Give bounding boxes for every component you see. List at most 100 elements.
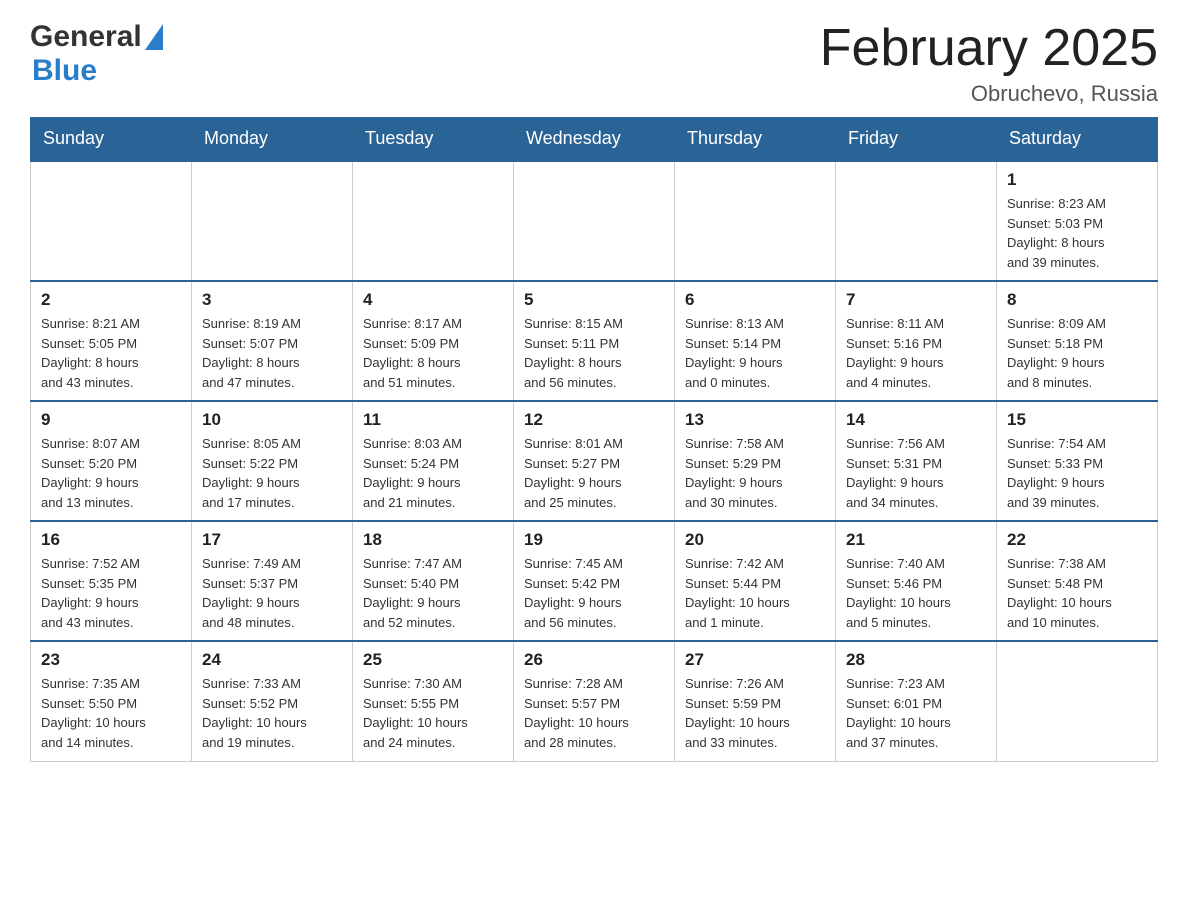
day-number: 1 [1007, 170, 1147, 190]
page-header: General Blue February 2025 Obruchevo, Ru… [30, 20, 1158, 107]
weekday-header-saturday: Saturday [997, 118, 1158, 161]
calendar-cell: 4Sunrise: 8:17 AMSunset: 5:09 PMDaylight… [353, 281, 514, 401]
day-info: Sunrise: 7:52 AMSunset: 5:35 PMDaylight:… [41, 554, 181, 632]
day-info: Sunrise: 7:58 AMSunset: 5:29 PMDaylight:… [685, 434, 825, 512]
calendar-cell: 21 Sunrise: 7:40 AMSunset: 5:46 PMDayligh… [836, 521, 997, 641]
day-number: 9 [41, 410, 181, 430]
calendar-cell: 22 Sunrise: 7:38 AMSunset: 5:48 PMDayligh… [997, 521, 1158, 641]
calendar-cell [353, 161, 514, 282]
calendar-cell: 20Sunrise: 7:42 AMSunset: 5:44 PMDayligh… [675, 521, 836, 641]
calendar-cell: 6 Sunrise: 8:13 AMSunset: 5:14 PMDaylight… [675, 281, 836, 401]
day-number: 11 [363, 410, 503, 430]
calendar-cell: 26 Sunrise: 7:28 AMSunset: 5:57 PMDayligh… [514, 641, 675, 761]
calendar-week-2: 9 Sunrise: 8:07 AMSunset: 5:20 PMDaylight… [31, 401, 1158, 521]
calendar-cell: 8Sunrise: 8:09 AMSunset: 5:18 PMDaylight… [997, 281, 1158, 401]
day-info: Sunrise: 7:38 AMSunset: 5:48 PMDaylight:… [1007, 554, 1147, 632]
calendar-cell [192, 161, 353, 282]
calendar-cell [514, 161, 675, 282]
day-number: 18 [363, 530, 503, 550]
calendar-cell: 9 Sunrise: 8:07 AMSunset: 5:20 PMDaylight… [31, 401, 192, 521]
title-area: February 2025 Obruchevo, Russia [820, 20, 1158, 107]
calendar-cell: 14Sunrise: 7:56 AMSunset: 5:31 PMDayligh… [836, 401, 997, 521]
day-info: Sunrise: 7:35 AMSunset: 5:50 PMDaylight:… [41, 674, 181, 752]
day-number: 10 [202, 410, 342, 430]
day-info: Sunrise: 8:11 AMSunset: 5:16 PMDaylight:… [846, 314, 986, 392]
day-info: Sunrise: 8:01 AMSunset: 5:27 PMDaylight:… [524, 434, 664, 512]
calendar-cell: 1 Sunrise: 8:23 AMSunset: 5:03 PMDaylight… [997, 161, 1158, 282]
day-info: Sunrise: 8:03 AMSunset: 5:24 PMDaylight:… [363, 434, 503, 512]
calendar-cell [31, 161, 192, 282]
location-text: Obruchevo, Russia [820, 81, 1158, 107]
calendar-cell: 24 Sunrise: 7:33 AMSunset: 5:52 PMDayligh… [192, 641, 353, 761]
day-info: Sunrise: 7:40 AMSunset: 5:46 PMDaylight:… [846, 554, 986, 632]
calendar-week-3: 16 Sunrise: 7:52 AMSunset: 5:35 PMDayligh… [31, 521, 1158, 641]
day-number: 26 [524, 650, 664, 670]
day-info: Sunrise: 7:54 AMSunset: 5:33 PMDaylight:… [1007, 434, 1147, 512]
calendar-cell: 16 Sunrise: 7:52 AMSunset: 5:35 PMDayligh… [31, 521, 192, 641]
logo-blue-text: Blue [32, 54, 97, 88]
weekday-header-friday: Friday [836, 118, 997, 161]
calendar-cell: 7Sunrise: 8:11 AMSunset: 5:16 PMDaylight… [836, 281, 997, 401]
day-info: Sunrise: 7:56 AMSunset: 5:31 PMDaylight:… [846, 434, 986, 512]
day-info: Sunrise: 7:47 AMSunset: 5:40 PMDaylight:… [363, 554, 503, 632]
day-info: Sunrise: 7:42 AMSunset: 5:44 PMDaylight:… [685, 554, 825, 632]
weekday-header-sunday: Sunday [31, 118, 192, 161]
day-number: 6 [685, 290, 825, 310]
weekday-header-wednesday: Wednesday [514, 118, 675, 161]
day-number: 25 [363, 650, 503, 670]
calendar-cell: 23 Sunrise: 7:35 AMSunset: 5:50 PMDayligh… [31, 641, 192, 761]
day-number: 21 [846, 530, 986, 550]
day-number: 22 [1007, 530, 1147, 550]
day-info: Sunrise: 7:49 AMSunset: 5:37 PMDaylight:… [202, 554, 342, 632]
day-number: 17 [202, 530, 342, 550]
day-info: Sunrise: 7:23 AMSunset: 6:01 PMDaylight:… [846, 674, 986, 752]
day-number: 23 [41, 650, 181, 670]
day-number: 19 [524, 530, 664, 550]
calendar-week-1: 2 Sunrise: 8:21 AMSunset: 5:05 PMDaylight… [31, 281, 1158, 401]
weekday-header-thursday: Thursday [675, 118, 836, 161]
weekday-header-monday: Monday [192, 118, 353, 161]
calendar-cell: 2 Sunrise: 8:21 AMSunset: 5:05 PMDaylight… [31, 281, 192, 401]
calendar-cell: 28 Sunrise: 7:23 AMSunset: 6:01 PMDayligh… [836, 641, 997, 761]
day-number: 13 [685, 410, 825, 430]
calendar-cell [675, 161, 836, 282]
day-number: 3 [202, 290, 342, 310]
day-info: Sunrise: 7:45 AMSunset: 5:42 PMDaylight:… [524, 554, 664, 632]
calendar-cell: 3 Sunrise: 8:19 AMSunset: 5:07 PMDaylight… [192, 281, 353, 401]
calendar-week-0: 1 Sunrise: 8:23 AMSunset: 5:03 PMDaylight… [31, 161, 1158, 282]
day-number: 27 [685, 650, 825, 670]
day-number: 16 [41, 530, 181, 550]
day-number: 12 [524, 410, 664, 430]
day-number: 8 [1007, 290, 1147, 310]
logo: General Blue [30, 20, 163, 88]
calendar-cell: 10 Sunrise: 8:05 AMSunset: 5:22 PMDayligh… [192, 401, 353, 521]
calendar-cell [836, 161, 997, 282]
day-number: 28 [846, 650, 986, 670]
day-info: Sunrise: 7:33 AMSunset: 5:52 PMDaylight:… [202, 674, 342, 752]
day-info: Sunrise: 8:21 AMSunset: 5:05 PMDaylight:… [41, 314, 181, 392]
calendar-cell: 27Sunrise: 7:26 AMSunset: 5:59 PMDayligh… [675, 641, 836, 761]
day-number: 15 [1007, 410, 1147, 430]
day-info: Sunrise: 7:30 AMSunset: 5:55 PMDaylight:… [363, 674, 503, 752]
calendar-cell: 5Sunrise: 8:15 AMSunset: 5:11 PMDaylight… [514, 281, 675, 401]
calendar-week-4: 23 Sunrise: 7:35 AMSunset: 5:50 PMDayligh… [31, 641, 1158, 761]
calendar-cell: 17 Sunrise: 7:49 AMSunset: 5:37 PMDayligh… [192, 521, 353, 641]
calendar-cell [997, 641, 1158, 761]
day-number: 2 [41, 290, 181, 310]
calendar-cell: 18 Sunrise: 7:47 AMSunset: 5:40 PMDayligh… [353, 521, 514, 641]
day-info: Sunrise: 7:28 AMSunset: 5:57 PMDaylight:… [524, 674, 664, 752]
calendar-cell: 11 Sunrise: 8:03 AMSunset: 5:24 PMDayligh… [353, 401, 514, 521]
day-info: Sunrise: 8:19 AMSunset: 5:07 PMDaylight:… [202, 314, 342, 392]
month-title: February 2025 [820, 20, 1158, 77]
day-info: Sunrise: 8:17 AMSunset: 5:09 PMDaylight:… [363, 314, 503, 392]
calendar-cell: 19 Sunrise: 7:45 AMSunset: 5:42 PMDayligh… [514, 521, 675, 641]
logo-flag-icon [145, 24, 163, 50]
day-info: Sunrise: 8:13 AMSunset: 5:14 PMDaylight:… [685, 314, 825, 392]
day-number: 24 [202, 650, 342, 670]
day-info: Sunrise: 8:05 AMSunset: 5:22 PMDaylight:… [202, 434, 342, 512]
day-info: Sunrise: 8:07 AMSunset: 5:20 PMDaylight:… [41, 434, 181, 512]
day-info: Sunrise: 8:23 AMSunset: 5:03 PMDaylight:… [1007, 194, 1147, 272]
calendar-table: SundayMondayTuesdayWednesdayThursdayFrid… [30, 117, 1158, 762]
calendar-cell: 25 Sunrise: 7:30 AMSunset: 5:55 PMDayligh… [353, 641, 514, 761]
weekday-header-tuesday: Tuesday [353, 118, 514, 161]
